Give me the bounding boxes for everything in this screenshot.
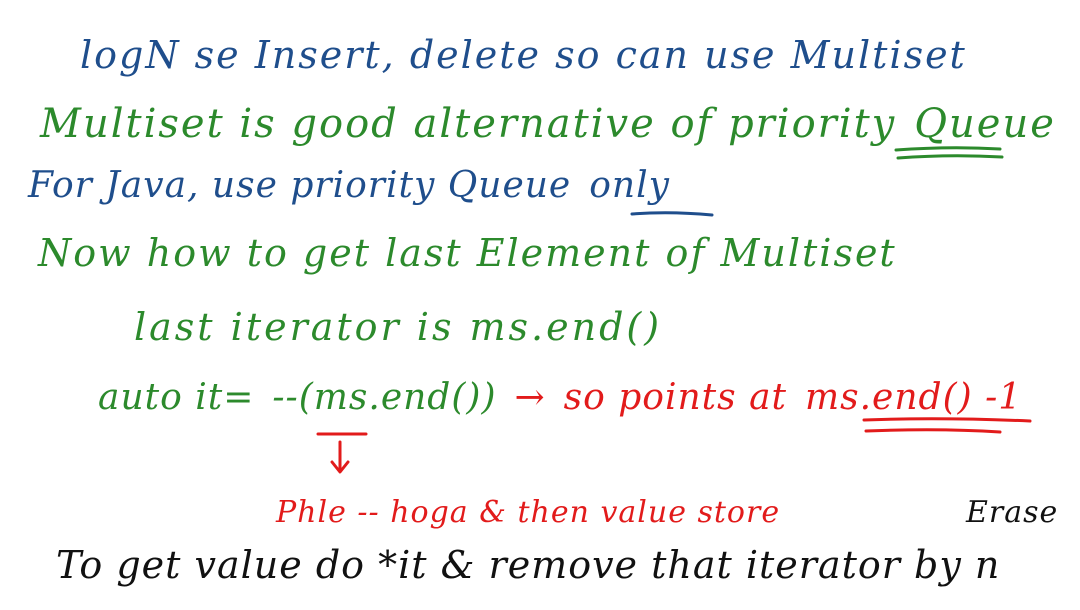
note-text: last iterator is ms.end() <box>134 305 663 349</box>
note-text: Erase <box>966 495 1059 530</box>
note-text: Multiset is good alternative of priority <box>40 101 897 147</box>
note-line-get-value: To get value do *it & remove that iterat… <box>56 546 1000 584</box>
underline-queue-2 <box>896 154 1004 160</box>
whiteboard-page: logN se Insert, delete so can use Multis… <box>0 0 1080 610</box>
note-text: Phle -- hoga & then value store <box>276 495 781 530</box>
note-line-insert-delete: logN se Insert, delete so can use Multis… <box>80 36 967 74</box>
note-text: To get value do *it & remove that iterat… <box>56 543 1001 587</box>
note-line-erase: Erase <box>966 498 1058 528</box>
note-emphasis-queue: Queue <box>914 101 1056 147</box>
note-line-decrement-first: Phle -- hoga & then value store <box>276 498 780 528</box>
note-emphasis-end-minus-one: ms.end() -1 <box>805 377 1023 418</box>
down-arrow-icon <box>330 440 350 474</box>
underline-end-minus-one-2 <box>864 428 1002 434</box>
note-emphasis-only: only <box>589 165 670 206</box>
code-decrement: -- <box>272 377 299 418</box>
note-text: logN se Insert, delete so can use Multis… <box>80 33 967 77</box>
note-line-auto-it: auto it= --(ms.end()) → so points at ms.end(… <box>98 380 1022 416</box>
code-prefix: auto it= <box>98 377 255 418</box>
note-line-multiset-alternative: Multiset is good alternative of priority… <box>40 104 1056 144</box>
arrow-icon: → <box>514 377 546 418</box>
note-text: For Java, use priority Queue <box>28 165 572 206</box>
note-line-last-element: Now how to get last Element of Multiset <box>38 234 897 272</box>
note-line-last-iterator: last iterator is ms.end() <box>134 308 662 346</box>
underline-only <box>630 211 714 217</box>
underline-queue <box>894 146 1002 152</box>
note-text: Now how to get last Element of Multiset <box>38 231 897 275</box>
note-text: so points at <box>563 377 787 418</box>
underline-end-minus-one <box>862 417 1032 423</box>
note-line-java: For Java, use priority Queue only <box>28 168 670 204</box>
code-call: (ms.end()) <box>298 377 497 418</box>
